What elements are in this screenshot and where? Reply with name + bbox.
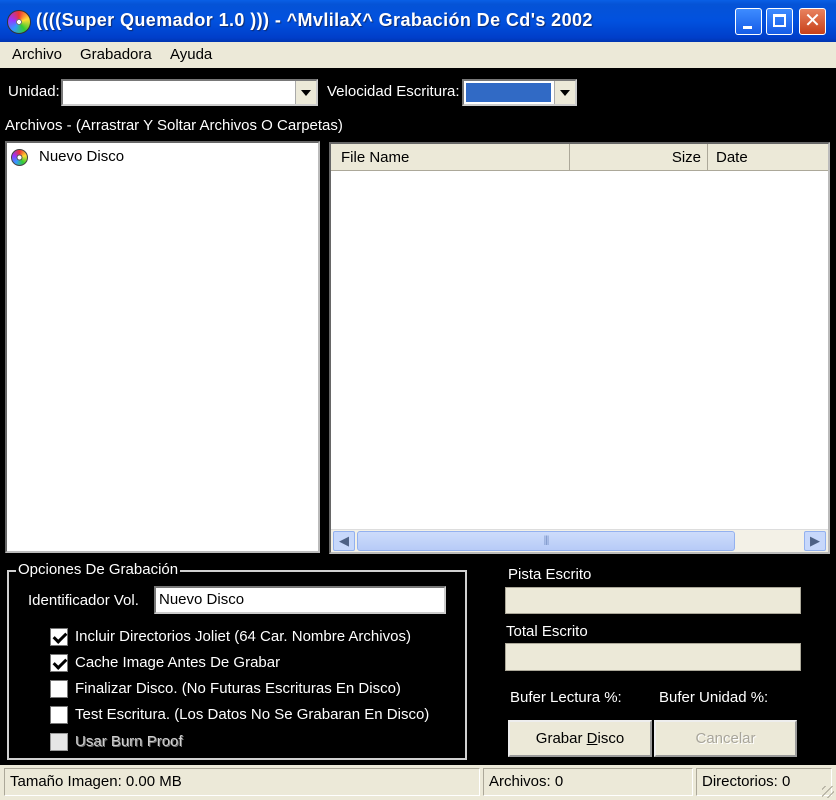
burn-disc-button[interactable]: Grabar Disco (508, 720, 652, 757)
speed-select[interactable] (462, 79, 577, 106)
test-write-label: Test Escritura. (Los Datos No Se Grabara… (75, 706, 430, 723)
total-written-label: Total Escrito (506, 623, 588, 640)
joliet-label: Incluir Directorios Joliet (64 Car. Nomb… (75, 628, 411, 645)
column-file-name[interactable]: File Name (331, 144, 570, 170)
file-list-header: File Name Size Date (331, 144, 828, 171)
chevron-down-icon (560, 89, 570, 96)
column-size[interactable]: Size (570, 144, 708, 170)
resize-grip-icon[interactable] (822, 786, 834, 798)
scroll-thumb[interactable]: ||| (357, 531, 735, 551)
status-image-size: Tamaño Imagen: 0.00 MB (4, 768, 480, 796)
speed-label: Velocidad Escritura: (327, 83, 460, 100)
minimize-button[interactable] (735, 8, 762, 35)
drive-buffer-label: Bufer Unidad %: (659, 689, 769, 706)
cache-image-checkbox[interactable] (50, 654, 68, 672)
volume-id-input[interactable]: Nuevo Disco (154, 586, 446, 614)
file-list[interactable]: File Name Size Date ◀ ||| ▶ (329, 142, 830, 554)
menu-archivo[interactable]: Archivo (12, 46, 62, 63)
menu-ayuda[interactable]: Ayuda (170, 46, 212, 63)
title-bar[interactable]: ((((Super Quemador 1.0 ))) - ^MvlilaX^ G… (0, 0, 836, 42)
tree-item-nuevo-disco[interactable]: Nuevo Disco (7, 143, 307, 171)
maximize-icon (773, 14, 786, 27)
burn-proof-checkbox (50, 733, 68, 751)
tree-item-label: Nuevo Disco (39, 148, 125, 165)
app-window: ((((Super Quemador 1.0 ))) - ^MvlilaX^ G… (0, 0, 836, 800)
window-title: ((((Super Quemador 1.0 ))) - ^MvlilaX^ G… (36, 10, 593, 30)
maximize-button[interactable] (766, 8, 793, 35)
joliet-checkbox[interactable] (50, 628, 68, 646)
horizontal-scrollbar[interactable]: ◀ ||| ▶ (331, 529, 828, 552)
disc-tree[interactable]: Nuevo Disco (5, 141, 320, 553)
minimize-icon (743, 26, 752, 29)
chevron-down-icon (301, 89, 311, 96)
total-progress-bar (505, 643, 801, 671)
scroll-right-icon[interactable]: ▶ (804, 531, 826, 551)
scroll-left-icon[interactable]: ◀ (333, 531, 355, 551)
read-buffer-label: Bufer Lectura %: (510, 689, 622, 706)
burn-options-legend: Opciones De Grabación (16, 561, 181, 578)
menu-bar: Archivo Grabadora Ayuda (0, 42, 836, 68)
files-label: Archivos - (Arrastrar Y Soltar Archivos … (5, 117, 343, 134)
finalize-disc-checkbox[interactable] (50, 680, 68, 698)
status-directories-count: Directorios: 0 (696, 768, 832, 796)
status-files-count: Archivos: 0 (483, 768, 693, 796)
speed-dropdown-button[interactable] (554, 81, 575, 104)
finalize-disc-label: Finalizar Disco. (No Futuras Escrituras … (75, 680, 401, 697)
status-bar: Tamaño Imagen: 0.00 MB Archivos: 0 Direc… (0, 765, 836, 800)
cancel-button: Cancelar (654, 720, 797, 757)
cd-icon (7, 10, 31, 34)
drive-select[interactable] (61, 79, 318, 106)
speed-select-value (466, 83, 551, 102)
close-icon: ✕ (804, 10, 821, 32)
burn-proof-label: Usar Burn Proof (75, 733, 183, 750)
drive-dropdown-button[interactable] (295, 81, 316, 104)
volume-id-label: Identificador Vol. (28, 592, 139, 609)
track-progress-bar (505, 587, 801, 614)
drive-label: Unidad: (8, 83, 60, 100)
menu-grabadora[interactable]: Grabadora (80, 46, 152, 63)
test-write-checkbox[interactable] (50, 706, 68, 724)
close-button[interactable]: ✕ (799, 8, 826, 35)
cache-image-label: Cache Image Antes De Grabar (75, 654, 281, 671)
column-date[interactable]: Date (708, 144, 828, 170)
track-written-label: Pista Escrito (508, 566, 592, 583)
cd-icon (11, 149, 28, 166)
